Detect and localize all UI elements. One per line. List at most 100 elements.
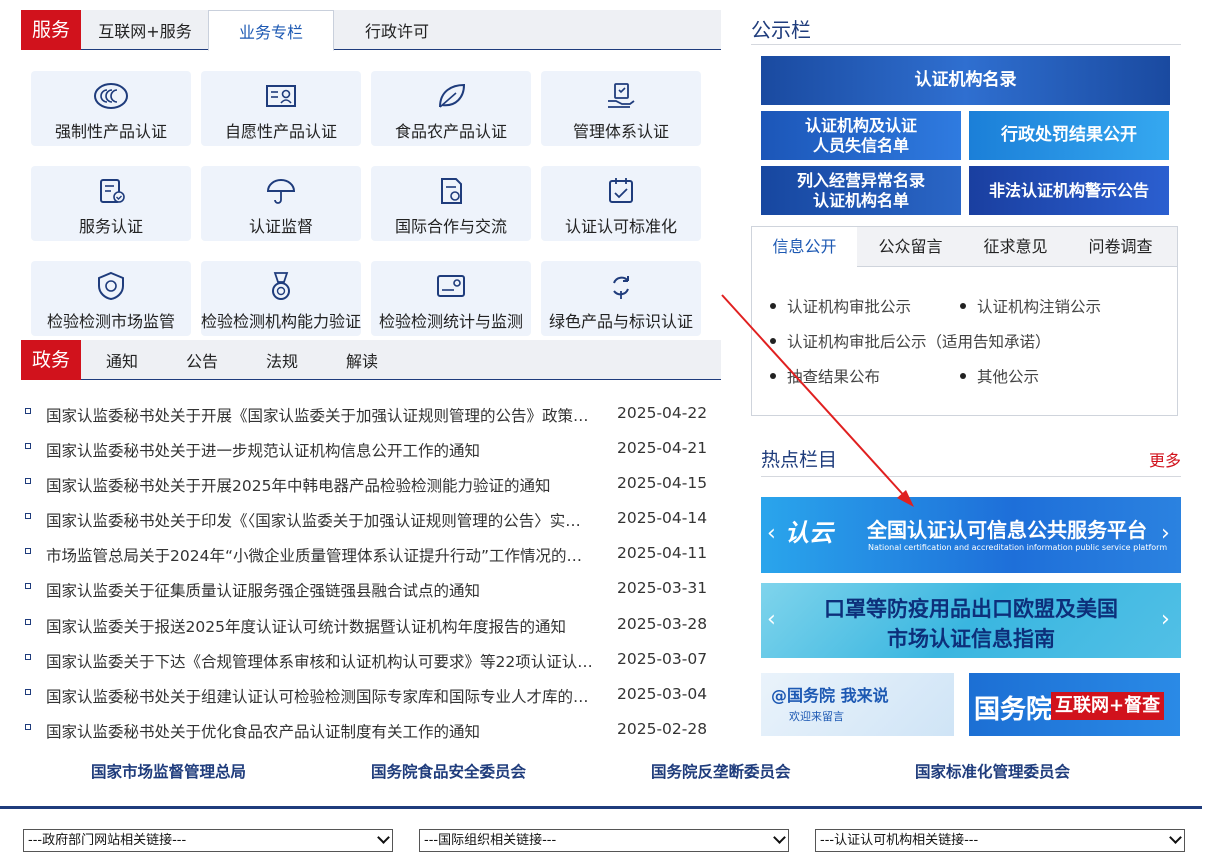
- supervision-tag: 互联网+督查: [1051, 692, 1165, 720]
- tile-ccc-certification[interactable]: 强制性产品认证: [31, 71, 191, 146]
- news-row[interactable]: 国家认监委关于下达《合规管理体系审核和认证机构认可要求》等22项认证认… 2025…: [21, 643, 711, 678]
- bullet-icon: [25, 618, 31, 625]
- news-date: 2025-04-21: [617, 439, 708, 458]
- tile-label: 自愿性产品认证: [224, 122, 337, 141]
- link-anti-monopoly-commission[interactable]: 国务院反垄断委员会: [651, 760, 791, 782]
- news-row[interactable]: 国家认监委秘书处关于优化食品农产品认证制度有关工作的通知 2025-02-28: [21, 713, 711, 748]
- news-title[interactable]: 国家认监委秘书处关于组建认证认可检验检测国际专家库和国际专业人才库的…: [46, 685, 611, 707]
- news-title[interactable]: 国家认监委秘书处关于优化食品农产品认证制度有关工作的通知: [46, 720, 611, 742]
- news-title[interactable]: 国家认监委秘书处关于开展2025年中韩电器产品检验检测能力验证的通知: [46, 474, 611, 496]
- gov-links-select[interactable]: ---政府部门网站相关链接---: [23, 829, 393, 852]
- tab-business-column[interactable]: 业务专栏: [208, 10, 334, 51]
- news-date: 2025-03-04: [617, 684, 708, 703]
- chevron-down-icon: [773, 831, 786, 844]
- tile-voluntary-certification[interactable]: 自愿性产品认证: [201, 71, 361, 146]
- news-title[interactable]: 国家认监委秘书处关于进一步规范认证机构信息公开工作的通知: [46, 439, 611, 461]
- tile-label: 认证监督: [248, 217, 313, 236]
- banner-line: 认证机构及认证: [804, 116, 917, 136]
- tile-testing-proficiency[interactable]: 检验检测机构能力验证: [201, 261, 361, 336]
- news-date: 2025-03-28: [617, 614, 708, 633]
- bullet-icon: [25, 723, 31, 730]
- link-standardization-administration[interactable]: 国家标准化管理委员会: [915, 760, 1070, 782]
- news-row[interactable]: 国家认监委秘书处关于印发《〈国家认监委关于加强认证规则管理的公告〉实… 2025-…: [21, 502, 711, 537]
- banner-cert-org-directory[interactable]: 认证机构名录: [761, 56, 1170, 105]
- recycle-icon: [541, 269, 701, 303]
- banner-internet-supervision[interactable]: 国务院 互联网+督查: [969, 673, 1180, 736]
- banner-abnormal-operation[interactable]: 列入经营异常名录 认证机构名单: [761, 166, 961, 215]
- chevron-right-icon[interactable]: ›: [1161, 607, 1170, 632]
- mask-title-line1: 口罩等防疫用品出口欧盟及美国: [824, 597, 1118, 621]
- banner-dishonest-list[interactable]: 认证机构及认证 人员失信名单: [761, 111, 961, 160]
- news-row[interactable]: 国家认监委秘书处关于组建认证认可检验检测国际专家库和国际专业人才库的… 2025-…: [21, 678, 711, 713]
- tile-label: 认证认可标准化: [564, 217, 677, 236]
- chevron-right-icon[interactable]: ›: [1161, 521, 1170, 546]
- tile-accreditation-standardization[interactable]: 认证认可标准化: [541, 166, 701, 241]
- tile-certification-supervision[interactable]: 认证监督: [201, 166, 361, 241]
- service-doc-icon: [31, 174, 191, 208]
- info-link[interactable]: 认证机构注销公示: [959, 295, 1101, 317]
- news-row[interactable]: 国家认监委秘书处关于开展《国家认监委关于加强认证规则管理的公告》政策… 2025-…: [21, 397, 711, 432]
- chevron-down-icon: [377, 831, 390, 844]
- news-date: 2025-04-14: [617, 509, 708, 528]
- more-link[interactable]: 更多: [1149, 447, 1181, 471]
- news-title[interactable]: 国家认监委关于下达《合规管理体系审核和认证机构认可要求》等22项认证认…: [46, 650, 611, 672]
- news-date: 2025-03-31: [617, 579, 708, 598]
- banner-public-service-platform[interactable]: ‹ 认云 全国认证认可信息公共服务平台 National certificati…: [761, 497, 1181, 573]
- link-food-safety-commission[interactable]: 国务院食品安全委员会: [371, 760, 526, 782]
- news-date: 2025-04-22: [617, 404, 708, 422]
- banner-illegal-cert-warning[interactable]: 非法认证机构警示公告: [969, 166, 1169, 215]
- news-row[interactable]: 国家认监委秘书处关于进一步规范认证机构信息公开工作的通知 2025-04-21: [21, 432, 711, 467]
- bullet-icon: [25, 583, 31, 590]
- bullet-icon: [25, 688, 31, 695]
- news-title[interactable]: 国家认监委关于报送2025年度认证认可统计数据暨认证机构年度报告的通知: [46, 615, 611, 637]
- news-title[interactable]: 国家认监委秘书处关于开展《国家认监委关于加强认证规则管理的公告》政策…: [46, 404, 611, 426]
- tab-interpretation[interactable]: 解读: [346, 340, 378, 380]
- tab-solicit-opinions[interactable]: 征求意见: [963, 227, 1068, 267]
- bullet-icon: [25, 408, 31, 414]
- banner-state-council-say[interactable]: @国务院 我来说 欢迎来留言: [761, 673, 954, 736]
- platform-subtitle: National certification and accreditation…: [868, 543, 1168, 552]
- tab-info-disclosure[interactable]: 信息公开: [752, 227, 857, 268]
- tab-notice[interactable]: 通知: [106, 340, 138, 380]
- intl-org-links-select[interactable]: ---国际组织相关链接---: [419, 829, 789, 852]
- cert-org-links-select[interactable]: ---认证认可机构相关链接---: [815, 829, 1185, 852]
- tile-testing-statistics[interactable]: 检验检测统计与监测: [371, 261, 531, 336]
- news-title[interactable]: 市场监管总局关于2024年“小微企业质量管理体系认证提升行动”工作情况的…: [46, 544, 611, 566]
- platform-logo: 认云: [785, 519, 833, 547]
- news-row[interactable]: 国家认监委关于征集质量认证服务强企强链强县融合试点的通知 2025-03-31: [21, 572, 711, 607]
- medal-icon: [201, 269, 361, 303]
- tab-announcement[interactable]: 公告: [186, 340, 218, 380]
- tile-international-cooperation[interactable]: 国际合作与交流: [371, 166, 531, 241]
- info-link[interactable]: 认证机构审批公示: [769, 295, 911, 317]
- info-link[interactable]: 抽查结果公布: [769, 365, 880, 387]
- tab-questionnaire[interactable]: 问卷调查: [1068, 227, 1173, 267]
- news-title[interactable]: 国家认监委关于征集质量认证服务强企强链强县融合试点的通知: [46, 579, 611, 601]
- tile-service-certification[interactable]: 服务认证: [31, 166, 191, 241]
- banner-mask-export-guide[interactable]: ‹ 口罩等防疫用品出口欧盟及美国 市场认证信息指南 ›: [761, 583, 1181, 658]
- chevron-left-icon[interactable]: ‹: [767, 521, 776, 546]
- leaf-icon: [371, 79, 531, 113]
- info-link[interactable]: 其他公示: [959, 365, 1039, 387]
- link-samr[interactable]: 国家市场监督管理总局: [91, 760, 246, 782]
- banner-line: 人员失信名单: [812, 135, 909, 155]
- news-title[interactable]: 国家认监委秘书处关于印发《〈国家认监委关于加强认证规则管理的公告〉实…: [46, 509, 611, 531]
- chevron-down-icon: [1169, 831, 1182, 844]
- bullet-icon: [25, 548, 31, 555]
- tile-food-agri-certification[interactable]: 食品农产品认证: [371, 71, 531, 146]
- monitor-card-icon: [371, 269, 531, 303]
- tab-public-message[interactable]: 公众留言: [858, 227, 963, 267]
- news-row[interactable]: 国家认监委关于报送2025年度认证认可统计数据暨认证机构年度报告的通知 2025-…: [21, 608, 711, 643]
- tile-testing-market-supervision[interactable]: 检验检测市场监管: [31, 261, 191, 336]
- tab-regulations[interactable]: 法规: [266, 340, 298, 380]
- news-date: 2025-03-07: [617, 649, 708, 668]
- news-row[interactable]: 市场监管总局关于2024年“小微企业质量管理体系认证提升行动”工作情况的… 202…: [21, 537, 711, 572]
- tab-administrative-license[interactable]: 行政许可: [335, 10, 459, 50]
- tab-internet-plus-service[interactable]: 互联网+服务: [83, 10, 207, 50]
- banner-admin-penalty[interactable]: 行政处罚结果公开: [969, 111, 1169, 160]
- news-row[interactable]: 国家认监委秘书处关于开展2025年中韩电器产品检验检测能力验证的通知 2025-0…: [21, 467, 711, 502]
- tile-green-product-certification[interactable]: 绿色产品与标识认证: [541, 261, 701, 336]
- select-value: ---政府部门网站相关链接---: [28, 833, 187, 848]
- bullet-icon: [25, 478, 31, 485]
- info-link[interactable]: 认证机构审批后公示（适用告知承诺）: [770, 330, 1051, 352]
- tile-management-system-certification[interactable]: 管理体系认证: [541, 71, 701, 146]
